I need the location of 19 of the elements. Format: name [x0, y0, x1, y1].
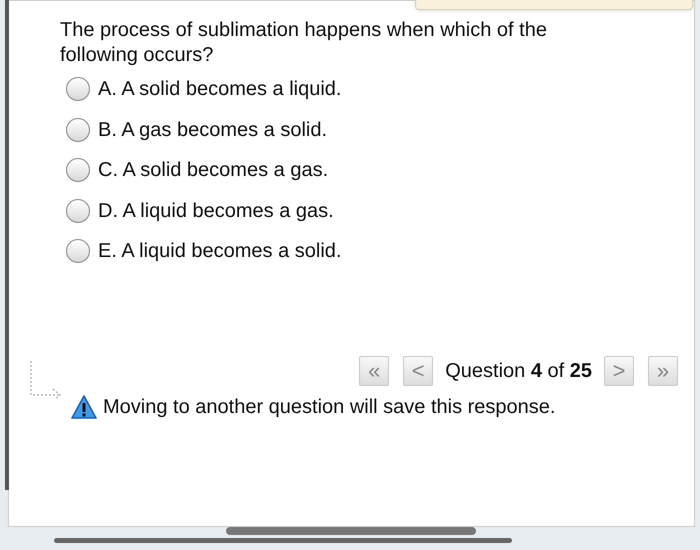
- answer-option[interactable]: B. A gas becomes a solid.: [66, 110, 694, 150]
- question-position: Question 4 of 25: [445, 359, 592, 384]
- radio-button[interactable]: [66, 118, 90, 142]
- answer-option[interactable]: E. A liquid becomes a solid.: [66, 231, 694, 272]
- answer-option[interactable]: C. A solid becomes a gas.: [66, 150, 694, 190]
- warning-icon: [71, 395, 97, 419]
- notice-text: Moving to another question will save this response.: [103, 395, 556, 420]
- radio-button[interactable]: [66, 239, 90, 264]
- option-text: A. A solid becomes a liquid.: [98, 77, 342, 102]
- option-text: D. A liquid becomes a gas.: [98, 198, 334, 224]
- answer-option[interactable]: A. A solid becomes a liquid.: [66, 69, 694, 110]
- radio-button[interactable]: [66, 198, 90, 223]
- question-text: The process of sublimation happens when which of the following occurs?: [60, 18, 548, 68]
- radio-button[interactable]: [66, 77, 90, 102]
- option-text: E. A liquid becomes a solid.: [98, 239, 342, 264]
- option-text: B. A gas becomes a solid.: [98, 118, 328, 143]
- option-text: C. A solid becomes a gas.: [98, 158, 328, 184]
- radio-button[interactable]: [66, 158, 90, 182]
- answer-option[interactable]: D. A liquid becomes a gas.: [66, 190, 694, 231]
